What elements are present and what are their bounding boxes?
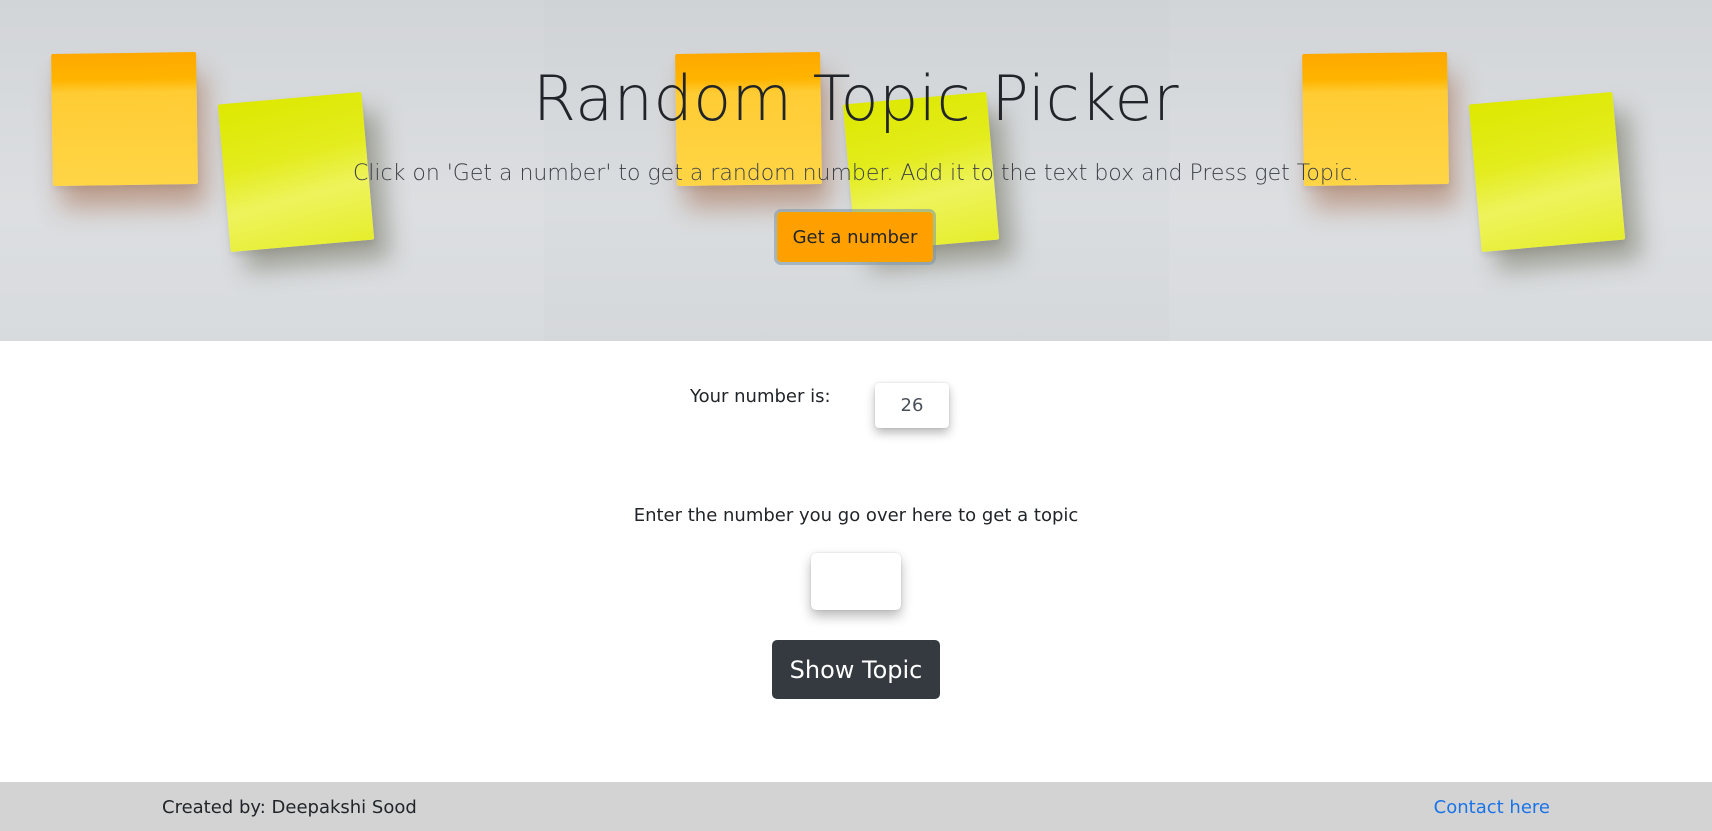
contact-link[interactable]: Contact here bbox=[1434, 797, 1550, 818]
topic-number-input[interactable] bbox=[811, 553, 901, 610]
number-label: Your number is: bbox=[690, 386, 831, 407]
page-subtitle: Click on 'Get a number' to get a random … bbox=[352, 161, 1360, 186]
show-topic-button[interactable]: Show Topic bbox=[772, 640, 940, 699]
random-number-value: 26 bbox=[900, 395, 924, 416]
page-title: Random Topic Picker bbox=[532, 62, 1180, 135]
topic-prompt: Enter the number you go over here to get… bbox=[633, 505, 1079, 526]
get-number-button[interactable]: Get a number bbox=[774, 209, 936, 265]
hero-banner: Random Topic Picker Click on 'Get a numb… bbox=[0, 0, 1712, 341]
footer: Created by: Deepakshi Sood Contact here bbox=[0, 782, 1712, 831]
random-number-display: 26 bbox=[875, 383, 949, 428]
footer-credit: Created by: Deepakshi Sood bbox=[162, 797, 417, 818]
